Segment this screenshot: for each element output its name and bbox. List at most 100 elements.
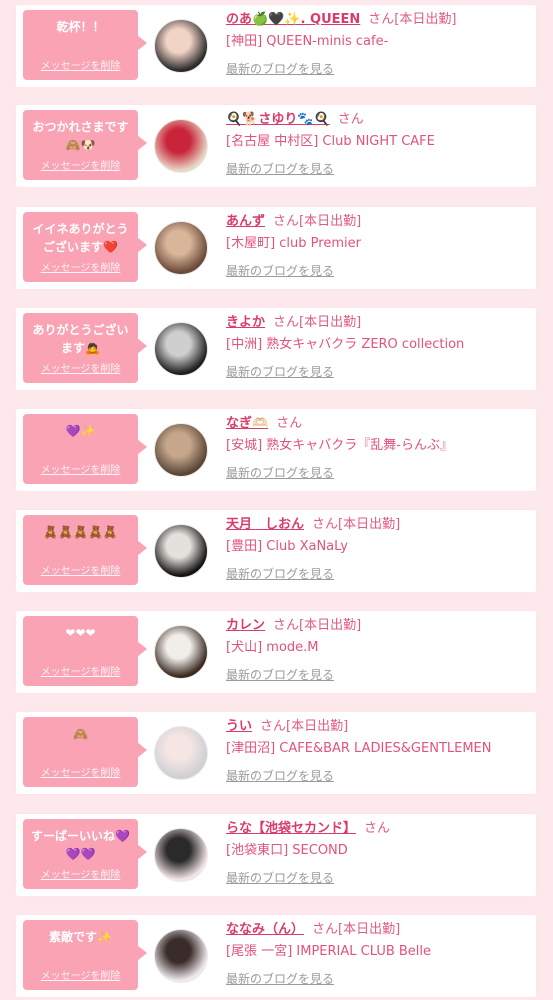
- cast-name-link[interactable]: うい: [226, 719, 252, 734]
- cast-info: なぎ🫶🏻 さん [安城] 熟女キャバクラ『乱舞-らんぶ』 最新のブログを見る: [226, 415, 528, 481]
- message-bubble: おつかれさまです🙈🐶 メッセージを削除: [23, 110, 147, 180]
- name-line: カレン さん[本日出勤]: [226, 617, 528, 635]
- honorific-status: さん[本日出勤]: [273, 315, 362, 330]
- message-bubble: イイネありがとうございます❤️ メッセージを削除: [23, 212, 147, 282]
- message-text: 🧸🧸🧸🧸🧸: [43, 525, 118, 539]
- message-card: 乾杯！！ メッセージを削除 のあ🍏🖤✨. QUEEN さん[本日出勤] [神田] QUE…: [16, 5, 536, 87]
- latest-blog-link[interactable]: 最新のブログを見る: [226, 464, 334, 481]
- cast-name-link[interactable]: のあ🍏🖤✨. QUEEN: [226, 12, 360, 27]
- delete-message-link[interactable]: メッセージを削除: [23, 663, 138, 678]
- latest-blog-link[interactable]: 最新のブログを見る: [226, 666, 334, 683]
- avatar[interactable]: [154, 119, 208, 173]
- latest-blog-link[interactable]: 最新のブログを見る: [226, 60, 334, 77]
- delete-message-link[interactable]: メッセージを削除: [23, 360, 138, 375]
- shop-name: [安城] 熟女キャバクラ『乱舞-らんぶ』: [226, 438, 453, 453]
- honorific-status: さん: [337, 112, 364, 127]
- message-bubble: 素敵です✨ メッセージを削除: [23, 920, 147, 990]
- avatar[interactable]: [154, 625, 208, 679]
- message-text: 💜✨: [65, 424, 96, 438]
- shop-name: [中洲] 熟女キャバクラ ZERO collection: [226, 337, 465, 352]
- name-line: きよか さん[本日出勤]: [226, 314, 528, 332]
- avatar[interactable]: [154, 828, 208, 882]
- honorific-status: さん[本日出勤]: [312, 517, 401, 532]
- cast-name-link[interactable]: 天月 しおん: [226, 517, 304, 532]
- message-card: すーばーいいね💜💜💜 メッセージを削除 らな【池袋セカンド】 さん [池袋東口] SEC…: [16, 814, 536, 896]
- cast-info: うい さん[本日出勤] [津田沼] CAFE&BAR LADIES&GENTLEME…: [226, 718, 528, 784]
- latest-blog-link[interactable]: 最新のブログを見る: [226, 970, 334, 987]
- message-bubble: ❤❤❤ メッセージを削除: [23, 616, 147, 686]
- shop-name: [犬山] mode.M: [226, 640, 319, 655]
- cast-info: きよか さん[本日出勤] [中洲] 熟女キャバクラ ZERO collection 最…: [226, 314, 528, 380]
- name-line: 天月 しおん さん[本日出勤]: [226, 516, 528, 534]
- avatar[interactable]: [154, 423, 208, 477]
- honorific-status: さん[本日出勤]: [368, 12, 457, 27]
- latest-blog-link[interactable]: 最新のブログを見る: [226, 767, 334, 784]
- cast-name-link[interactable]: ななみ（ん）: [226, 922, 304, 937]
- name-line: なぎ🫶🏻 さん: [226, 415, 528, 433]
- shop-name: [神田] QUEEN-minis cafe-: [226, 34, 389, 49]
- message-text: ❤❤❤: [65, 626, 96, 640]
- honorific-status: さん[本日出勤]: [260, 719, 349, 734]
- shop-name: [名古屋 中村区] Club NIGHT CAFE: [226, 134, 435, 149]
- latest-blog-link[interactable]: 最新のブログを見る: [226, 869, 334, 886]
- delete-message-link[interactable]: メッセージを削除: [23, 562, 138, 577]
- cast-info: のあ🍏🖤✨. QUEEN さん[本日出勤] [神田] QUEEN-minis caf…: [226, 11, 528, 77]
- avatar[interactable]: [154, 19, 208, 73]
- message-card: ありがとうございます🙇 メッセージを削除 きよか さん[本日出勤] [中洲] 熟女キャバ…: [16, 308, 536, 390]
- message-text: すーばーいいね💜💜💜: [31, 829, 130, 861]
- message-bubble: 🧸🧸🧸🧸🧸 メッセージを削除: [23, 515, 147, 585]
- shop-name: [池袋東口] SECOND: [226, 843, 348, 858]
- latest-blog-link[interactable]: 最新のブログを見る: [226, 565, 334, 582]
- name-line: 🍳🐕さゆり🐾🍳 さん: [226, 111, 528, 129]
- cast-info: カレン さん[本日出勤] [犬山] mode.M 最新のブログを見る: [226, 617, 528, 683]
- shop-name: [豊田] Club XaNaLy: [226, 539, 348, 554]
- cast-name-link[interactable]: カレン: [226, 618, 265, 633]
- message-card: 🧸🧸🧸🧸🧸 メッセージを削除 天月 しおん さん[本日出勤] [豊田] Club XaN…: [16, 510, 536, 592]
- message-bubble: 乾杯！！ メッセージを削除: [23, 10, 147, 80]
- cast-info: ななみ（ん） さん[本日出勤] [尾張 一宮] IMPERIAL CLUB Bell…: [226, 921, 528, 987]
- message-text: おつかれさまです🙈🐶: [32, 120, 129, 152]
- message-card: 素敵です✨ メッセージを削除 ななみ（ん） さん[本日出勤] [尾張 一宮] IMPER…: [16, 915, 536, 997]
- name-line: らな【池袋セカンド】 さん: [226, 820, 528, 838]
- delete-message-link[interactable]: メッセージを削除: [23, 259, 138, 274]
- cast-name-link[interactable]: 🍳🐕さゆり🐾🍳: [226, 112, 330, 127]
- cast-name-link[interactable]: きよか: [226, 315, 265, 330]
- name-line: のあ🍏🖤✨. QUEEN さん[本日出勤]: [226, 11, 528, 29]
- avatar[interactable]: [154, 322, 208, 376]
- latest-blog-link[interactable]: 最新のブログを見る: [226, 262, 334, 279]
- cast-name-link[interactable]: らな【池袋セカンド】: [226, 821, 356, 836]
- avatar[interactable]: [154, 726, 208, 780]
- delete-message-link[interactable]: メッセージを削除: [23, 157, 138, 172]
- cast-info: あんず さん[本日出勤] [木屋町] club Premier 最新のブログを見る: [226, 213, 528, 279]
- message-text: 乾杯！！: [56, 20, 105, 34]
- message-bubble: ありがとうございます🙇 メッセージを削除: [23, 313, 147, 383]
- delete-message-link[interactable]: メッセージを削除: [23, 967, 138, 982]
- message-card: 🙈 メッセージを削除 うい さん[本日出勤] [津田沼] CAFE&BAR LADIES…: [16, 712, 536, 794]
- cast-info: 天月 しおん さん[本日出勤] [豊田] Club XaNaLy 最新のブログを見る: [226, 516, 528, 582]
- name-line: ななみ（ん） さん[本日出勤]: [226, 921, 528, 939]
- delete-message-link[interactable]: メッセージを削除: [23, 57, 138, 72]
- delete-message-link[interactable]: メッセージを削除: [23, 764, 138, 779]
- honorific-status: さん: [364, 821, 391, 836]
- name-line: あんず さん[本日出勤]: [226, 213, 528, 231]
- shop-name: [尾張 一宮] IMPERIAL CLUB Belle: [226, 944, 432, 959]
- message-card: ❤❤❤ メッセージを削除 カレン さん[本日出勤] [犬山] mode.M 最新のブログを…: [16, 611, 536, 693]
- message-text: ありがとうございます🙇: [32, 323, 129, 355]
- latest-blog-link[interactable]: 最新のブログを見る: [226, 160, 334, 177]
- cast-name-link[interactable]: あんず: [226, 214, 265, 229]
- avatar[interactable]: [154, 929, 208, 983]
- shop-name: [木屋町] club Premier: [226, 236, 361, 251]
- delete-message-link[interactable]: メッセージを削除: [23, 461, 138, 476]
- message-bubble: すーばーいいね💜💜💜 メッセージを削除: [23, 819, 147, 889]
- honorific-status: さん[本日出勤]: [273, 618, 362, 633]
- latest-blog-link[interactable]: 最新のブログを見る: [226, 363, 334, 380]
- message-bubble: 🙈 メッセージを削除: [23, 717, 147, 787]
- message-text: 🙈: [73, 727, 88, 741]
- honorific-status: さん: [276, 416, 303, 431]
- avatar[interactable]: [154, 221, 208, 275]
- cast-name-link[interactable]: なぎ🫶🏻: [226, 416, 268, 431]
- avatar[interactable]: [154, 524, 208, 578]
- honorific-status: さん[本日出勤]: [312, 922, 401, 937]
- message-card: イイネありがとうございます❤️ メッセージを削除 あんず さん[本日出勤] [木屋町] …: [16, 207, 536, 289]
- delete-message-link[interactable]: メッセージを削除: [23, 866, 138, 881]
